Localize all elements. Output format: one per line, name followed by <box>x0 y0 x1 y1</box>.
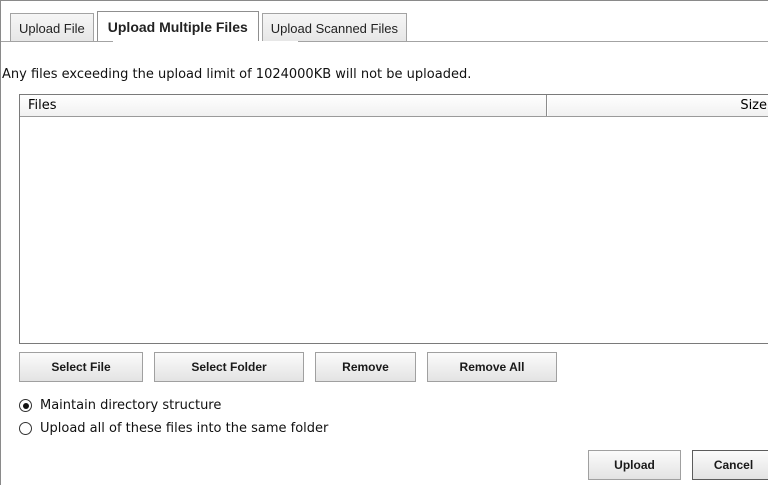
active-tab-gap <box>113 41 298 42</box>
option-label: Upload all of these files into the same … <box>40 421 329 436</box>
option-label: Maintain directory structure <box>40 398 222 413</box>
radio-maintain-directory[interactable] <box>19 399 32 412</box>
upload-limit-notice: Any files exceeding the upload limit of … <box>2 67 472 82</box>
upload-dialog: Upload File Upload Multiple Files Upload… <box>0 0 768 485</box>
tab-bar: Upload File Upload Multiple Files Upload… <box>10 11 410 42</box>
cancel-button[interactable]: Cancel <box>692 450 768 480</box>
file-table-header: Files Size <box>20 95 768 117</box>
tab-upload-scanned-files[interactable]: Upload Scanned Files <box>261 13 407 42</box>
upload-button[interactable]: Upload <box>588 450 681 480</box>
option-maintain-directory[interactable]: Maintain directory structure <box>19 398 221 413</box>
radio-same-folder[interactable] <box>19 422 32 435</box>
file-list-body[interactable] <box>20 117 768 343</box>
remove-button[interactable]: Remove <box>315 352 416 382</box>
column-header-size[interactable]: Size <box>740 98 767 113</box>
select-file-button[interactable]: Select File <box>19 352 143 382</box>
file-table[interactable]: Files Size <box>19 94 768 344</box>
column-header-files[interactable]: Files <box>28 98 57 113</box>
tab-upload-multiple-files[interactable]: Upload Multiple Files <box>96 11 259 42</box>
option-same-folder[interactable]: Upload all of these files into the same … <box>19 421 328 436</box>
remove-all-button[interactable]: Remove All <box>427 352 557 382</box>
column-resize-handle[interactable] <box>546 95 548 116</box>
tab-upload-file[interactable]: Upload File <box>10 13 94 42</box>
select-folder-button[interactable]: Select Folder <box>154 352 304 382</box>
